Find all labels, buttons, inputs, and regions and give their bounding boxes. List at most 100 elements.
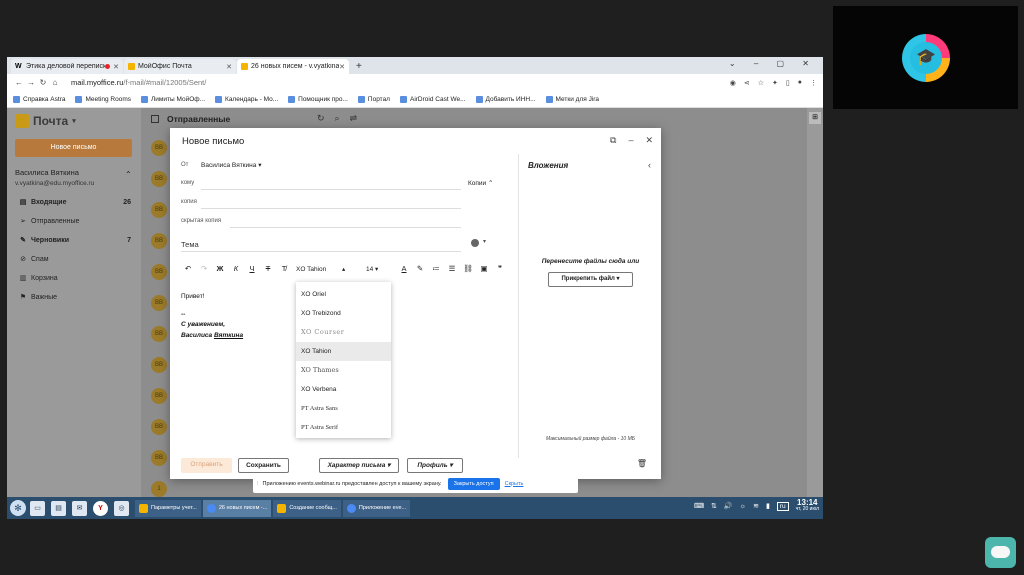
yandex-browser-icon[interactable]: Y <box>93 500 108 516</box>
attach-file-button[interactable]: Прикрепить файл ▾ <box>548 272 633 287</box>
sender-avatar[interactable]: ВВ <box>151 295 167 311</box>
sender-avatar[interactable]: ВВ <box>151 233 167 249</box>
sidebar-icon[interactable]: ▯ <box>786 79 790 87</box>
bookmark[interactable]: Meeting Rooms <box>75 95 131 103</box>
folder-drafts[interactable]: ✎ Черновики 7 <box>19 233 131 247</box>
drag-handle-icon[interactable]: ⁞ <box>257 481 259 487</box>
redo-icon[interactable]: ↷ <box>196 264 212 273</box>
profile-icon[interactable]: ● <box>798 79 802 87</box>
undo-icon[interactable]: ↶ <box>180 264 196 273</box>
app-logo[interactable]: Почта ▾ <box>15 114 76 128</box>
desktops-icon[interactable]: ▭ <box>30 500 45 516</box>
bookmark[interactable]: Метки для Jira <box>545 95 599 103</box>
copies-toggle[interactable]: Копии ⌃ <box>468 179 493 187</box>
window-controls[interactable]: ⌄ – ▢ ✕ <box>729 59 817 68</box>
font-family-select[interactable]: XO Tahion ▴ <box>296 265 366 273</box>
clear-format-icon[interactable]: T̸ <box>276 264 292 273</box>
volume-icon[interactable]: 🔊 <box>724 502 733 510</box>
reload-icon[interactable]: ↻ <box>37 78 49 87</box>
tab-inbox[interactable]: 26 новых писем - v.vyatkina ✕ <box>237 59 349 74</box>
font-option-selected[interactable]: XO Tahion <box>296 342 391 361</box>
sender-avatar[interactable]: ВВ <box>151 264 167 280</box>
cc-input[interactable] <box>201 208 461 209</box>
subject-input[interactable]: Тема <box>181 240 199 249</box>
sender-avatar[interactable]: ВВ <box>151 450 167 466</box>
new-tab-button[interactable]: + <box>350 59 368 74</box>
close-icon[interactable]: ✕ <box>226 63 232 71</box>
wifi-icon[interactable]: ≋ <box>753 502 759 510</box>
menu-icon[interactable]: ⋮ <box>810 79 817 87</box>
sender-avatar[interactable]: ВВ <box>151 171 167 187</box>
battery-icon[interactable]: ▮ <box>766 502 770 510</box>
file-manager-icon[interactable]: ▤ <box>51 500 66 516</box>
bookmark[interactable]: Добавить ИНН... <box>475 95 536 103</box>
keyboard-icon[interactable]: ⌨ <box>694 502 704 510</box>
letter-character-button[interactable]: Характер письма ▾ <box>319 458 399 473</box>
font-option[interactable]: XO Trebizond <box>296 304 391 323</box>
sender-avatar[interactable]: ВВ <box>151 326 167 342</box>
chevron-down-icon[interactable]: ▾ <box>483 238 486 245</box>
save-button[interactable]: Сохранить <box>238 458 289 473</box>
underline-icon[interactable]: Ч <box>244 264 260 273</box>
sender-avatar[interactable]: ВВ <box>151 419 167 435</box>
bookmark[interactable]: Помощник про... <box>288 95 348 103</box>
search-icon[interactable]: ⌕ <box>335 113 350 123</box>
sender-avatar[interactable]: ВВ <box>151 388 167 404</box>
close-icon[interactable]: ✕ <box>339 63 345 71</box>
italic-icon[interactable]: К <box>228 264 244 273</box>
priority-color-icon[interactable] <box>471 239 479 247</box>
chevron-up-icon[interactable]: ⌃ <box>125 170 132 179</box>
close-icon[interactable]: ✕ <box>645 135 653 146</box>
font-option[interactable]: XO Courser <box>296 323 391 342</box>
folder-spam[interactable]: ⊘ Спам <box>19 252 131 266</box>
refresh-icon[interactable]: ↻ <box>317 113 335 123</box>
close-icon[interactable]: ✕ <box>113 63 119 71</box>
forward-icon[interactable]: → <box>25 78 37 87</box>
numbered-list-icon[interactable]: ≔ <box>428 264 444 273</box>
profile-button[interactable]: Профиль ▾ <box>407 458 463 473</box>
send-button[interactable]: Отправить <box>181 458 232 473</box>
bcc-input[interactable] <box>230 227 461 228</box>
tab-etiquette[interactable]: W Этика деловой переписки ✕ <box>11 59 123 74</box>
bookmark[interactable]: Портал <box>357 95 390 103</box>
folder-inbox[interactable]: ▤ Входящие 26 <box>19 195 131 209</box>
brightness-icon[interactable]: ☼ <box>740 503 746 510</box>
taskbar-task[interactable]: Приложение eve... <box>342 499 411 517</box>
bookmark[interactable]: Лимиты МойОф... <box>141 95 205 103</box>
keyboard-layout[interactable]: ru <box>776 501 789 511</box>
browser-toolbar-icons[interactable]: ◉ ⋖ ☆ ✦ ▯ ● ⋮ <box>730 79 817 87</box>
font-option[interactable]: XO Oriel <box>296 285 391 304</box>
back-icon[interactable]: ← <box>13 78 25 87</box>
folder-sent[interactable]: ➢ Отправленные <box>19 214 131 228</box>
sender-avatar[interactable]: ВВ <box>151 357 167 373</box>
network-icon[interactable]: ⇅ <box>711 502 717 510</box>
open-external-icon[interactable]: ⧉ <box>610 135 616 146</box>
to-input[interactable] <box>201 189 461 190</box>
font-option[interactable]: XO Verbena <box>296 380 391 399</box>
chevron-left-icon[interactable]: ‹ <box>648 160 651 170</box>
chrome-icon[interactable]: ◎ <box>114 500 129 516</box>
url-field[interactable]: mail.myoffice.ru/f-mail/#mail/12005/Sent… <box>71 78 730 87</box>
tab-myoffice-mail[interactable]: МойОфис Почта ✕ <box>124 59 236 74</box>
bookmark[interactable]: Календарь - Мо... <box>215 95 278 103</box>
panel-toggle-icon[interactable]: ⊞ <box>809 112 821 124</box>
select-all-checkbox[interactable] <box>151 115 159 123</box>
minimize-icon[interactable]: – <box>628 135 633 146</box>
clock[interactable]: 13:14 чт, 20 июл <box>796 499 819 513</box>
start-menu-icon[interactable]: ✻ <box>10 500 26 516</box>
font-option[interactable]: PT Astra Serif <box>296 418 391 437</box>
text-color-icon[interactable]: A <box>396 264 412 273</box>
hide-link[interactable]: Скрыть <box>505 481 524 487</box>
cloud-app-icon[interactable] <box>985 537 1016 568</box>
link-icon[interactable]: ⛓ <box>460 264 476 273</box>
close-access-button[interactable]: Закрыть доступ <box>447 477 500 490</box>
taskbar-task[interactable]: Параметры учет... <box>135 499 201 517</box>
bookmark[interactable]: Справка Astra <box>13 95 65 103</box>
folder-trash[interactable]: ▥ Корзина <box>19 271 131 285</box>
page-count-badge[interactable]: 1 <box>151 481 167 497</box>
taskbar-task-active[interactable]: 26 новых писем -... <box>202 499 272 517</box>
folder-important[interactable]: ⚑ Важные <box>19 290 131 304</box>
quote-icon[interactable]: ❞ <box>492 264 508 273</box>
strikethrough-icon[interactable]: T <box>260 264 276 273</box>
filter-icon[interactable]: ⇌ <box>350 113 368 123</box>
